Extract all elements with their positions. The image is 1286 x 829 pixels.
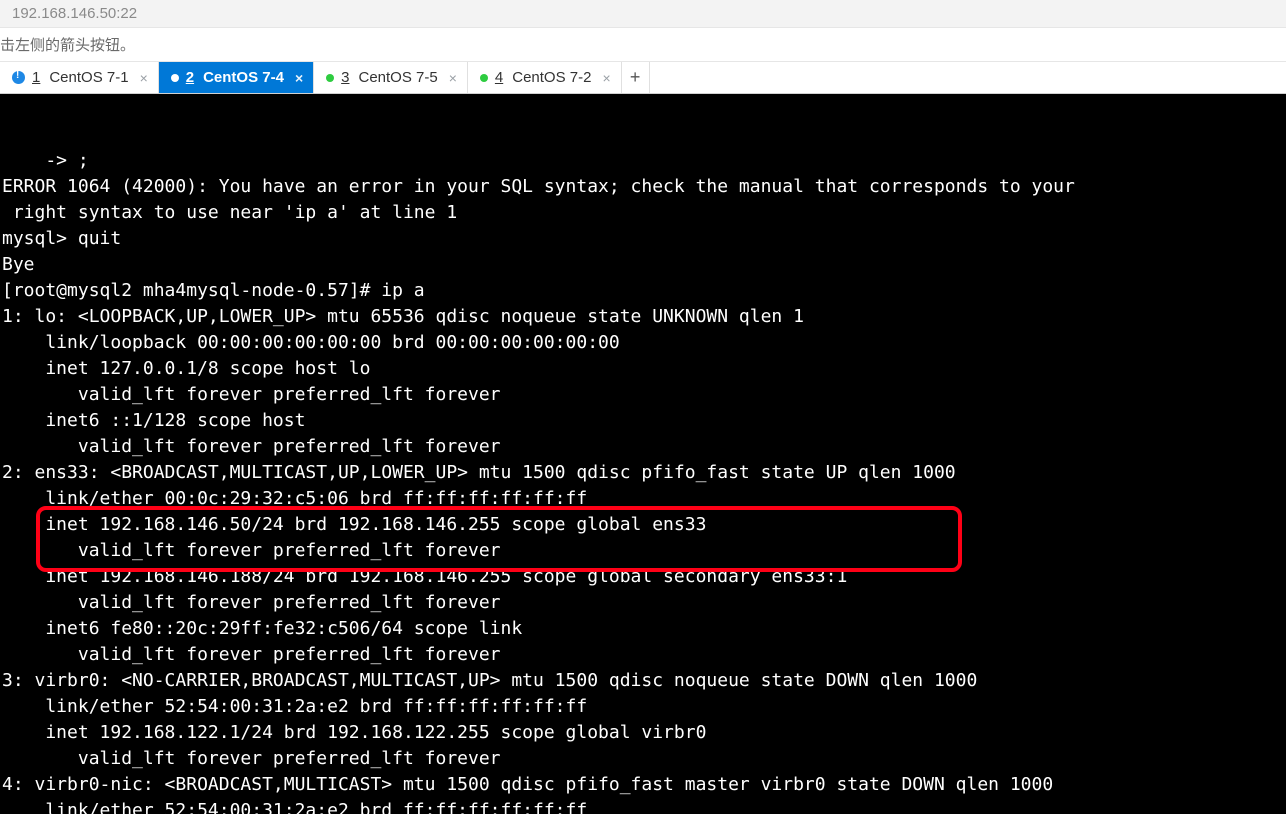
- tab-number: 4: [495, 69, 503, 86]
- tab-centos-7-1[interactable]: 1 CentOS 7-1 ×: [0, 62, 159, 93]
- terminal-line: link/ether 52:54:00:31:2a:e2 brd ff:ff:f…: [2, 798, 1284, 814]
- tab-label: CentOS 7-2: [512, 69, 591, 86]
- terminal-line: Bye: [2, 252, 1284, 278]
- window-title-bar: 192.168.146.50:22: [0, 0, 1286, 28]
- terminal-output[interactable]: -> ;ERROR 1064 (42000): You have an erro…: [0, 94, 1286, 814]
- terminal-line: 2: ens33: <BROADCAST,MULTICAST,UP,LOWER_…: [2, 460, 1284, 486]
- terminal-line: valid_lft forever preferred_lft forever: [2, 434, 1284, 460]
- close-icon[interactable]: ×: [449, 71, 457, 85]
- tab-label: CentOS 7-4: [203, 69, 284, 86]
- close-icon[interactable]: ×: [602, 71, 610, 85]
- tab-label: CentOS 7-1: [49, 69, 128, 86]
- close-icon[interactable]: ×: [140, 71, 148, 85]
- terminal-line: valid_lft forever preferred_lft forever: [2, 746, 1284, 772]
- hint-text: 击左侧的箭头按钮。: [0, 37, 135, 54]
- info-icon: [12, 71, 25, 84]
- terminal-line: valid_lft forever preferred_lft forever: [2, 382, 1284, 408]
- terminal-line: 3: virbr0: <NO-CARRIER,BROADCAST,MULTICA…: [2, 668, 1284, 694]
- hint-bar: 击左侧的箭头按钮。: [0, 28, 1286, 62]
- tab-label: CentOS 7-5: [358, 69, 437, 86]
- tab-number: 1: [32, 69, 40, 86]
- terminal-line: inet 192.168.146.50/24 brd 192.168.146.2…: [2, 512, 1284, 538]
- window-title: 192.168.146.50:22: [12, 5, 137, 22]
- terminal-line: inet 127.0.0.1/8 scope host lo: [2, 356, 1284, 382]
- terminal-line: 1: lo: <LOOPBACK,UP,LOWER_UP> mtu 65536 …: [2, 304, 1284, 330]
- tab-number: 3: [341, 69, 349, 86]
- terminal-line: inet 192.168.122.1/24 brd 192.168.122.25…: [2, 720, 1284, 746]
- terminal-line: right syntax to use near 'ip a' at line …: [2, 200, 1284, 226]
- status-dot-icon: [171, 74, 179, 82]
- terminal-line: [root@mysql2 mha4mysql-node-0.57]# ip a: [2, 278, 1284, 304]
- status-dot-icon: [480, 74, 488, 82]
- status-dot-icon: [326, 74, 334, 82]
- terminal-line: inet6 fe80::20c:29ff:fe32:c506/64 scope …: [2, 616, 1284, 642]
- tab-centos-7-2[interactable]: 4 CentOS 7-2 ×: [468, 62, 622, 93]
- tab-number: 2: [186, 69, 194, 86]
- terminal-line: link/ether 52:54:00:31:2a:e2 brd ff:ff:f…: [2, 694, 1284, 720]
- terminal-line: ERROR 1064 (42000): You have an error in…: [2, 174, 1284, 200]
- terminal-line: link/loopback 00:00:00:00:00:00 brd 00:0…: [2, 330, 1284, 356]
- terminal-line: valid_lft forever preferred_lft forever: [2, 538, 1284, 564]
- new-tab-button[interactable]: +: [622, 62, 650, 93]
- tab-centos-7-4[interactable]: 2 CentOS 7-4 ×: [159, 62, 314, 93]
- close-icon[interactable]: ×: [295, 71, 303, 85]
- tab-bar: 1 CentOS 7-1 × 2 CentOS 7-4 × 3 CentOS 7-5 × 4 Cen…: [0, 62, 1286, 94]
- tab-centos-7-5[interactable]: 3 CentOS 7-5 ×: [314, 62, 468, 93]
- terminal-line: mysql> quit: [2, 226, 1284, 252]
- terminal-line: inet 192.168.146.188/24 brd 192.168.146.…: [2, 564, 1284, 590]
- terminal-line: valid_lft forever preferred_lft forever: [2, 590, 1284, 616]
- terminal-line: 4: virbr0-nic: <BROADCAST,MULTICAST> mtu…: [2, 772, 1284, 798]
- terminal-line: inet6 ::1/128 scope host: [2, 408, 1284, 434]
- terminal-line: link/ether 00:0c:29:32:c5:06 brd ff:ff:f…: [2, 486, 1284, 512]
- terminal-line: -> ;: [2, 148, 1284, 174]
- terminal-line: valid_lft forever preferred_lft forever: [2, 642, 1284, 668]
